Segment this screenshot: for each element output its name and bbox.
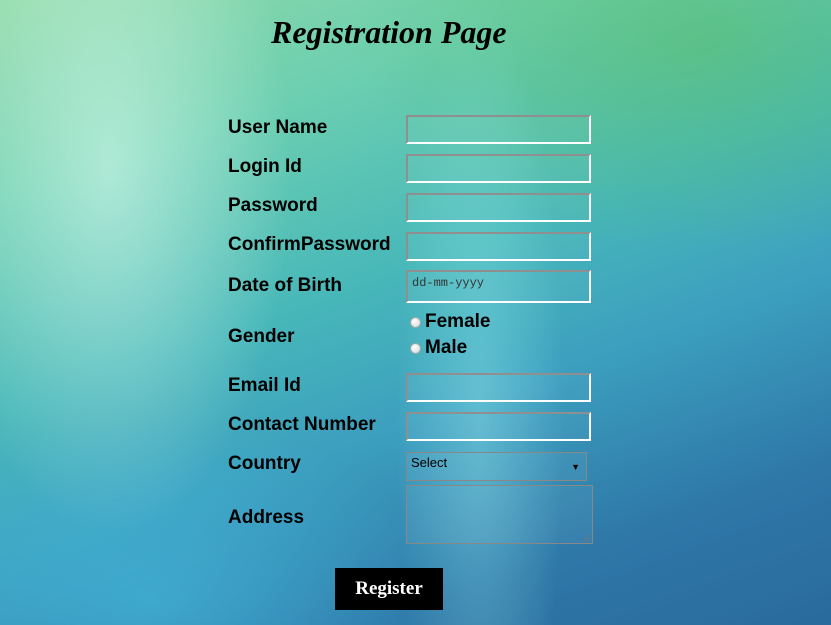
user-name-label: User Name <box>228 117 328 138</box>
country-select[interactable]: Select ▼ <box>406 452 587 481</box>
address-textarea[interactable] <box>406 485 593 544</box>
password-label: Password <box>228 195 318 216</box>
email-input[interactable] <box>406 373 591 402</box>
chevron-down-icon: ▼ <box>571 462 580 472</box>
login-id-input[interactable] <box>406 154 591 183</box>
login-id-label: Login Id <box>228 156 302 177</box>
register-button[interactable]: Register <box>335 568 443 610</box>
male-radio[interactable] <box>410 342 421 354</box>
page-title: Registration Page <box>271 14 507 50</box>
contact-number-input[interactable] <box>406 412 591 441</box>
password-input[interactable] <box>406 193 591 222</box>
country-label: Country <box>228 453 301 474</box>
address-label: Address <box>228 507 305 528</box>
gender-option-male[interactable]: Male <box>410 337 467 359</box>
user-name-input[interactable] <box>406 115 591 144</box>
confirm-password-input[interactable] <box>406 232 591 261</box>
confirm-password-label: ConfirmPassword <box>228 234 391 255</box>
female-label: Female <box>425 311 491 332</box>
gender-option-female[interactable]: Female <box>410 311 490 333</box>
email-label: Email Id <box>228 375 301 396</box>
gender-label: Gender <box>228 326 295 347</box>
female-radio[interactable] <box>410 316 421 328</box>
male-label: Male <box>425 337 468 358</box>
dob-input[interactable] <box>406 270 591 303</box>
dob-label: Date of Birth <box>228 275 342 296</box>
country-selected-value: Select <box>411 455 448 470</box>
contact-number-label: Contact Number <box>228 414 376 435</box>
resize-handle-icon[interactable] <box>583 534 591 542</box>
